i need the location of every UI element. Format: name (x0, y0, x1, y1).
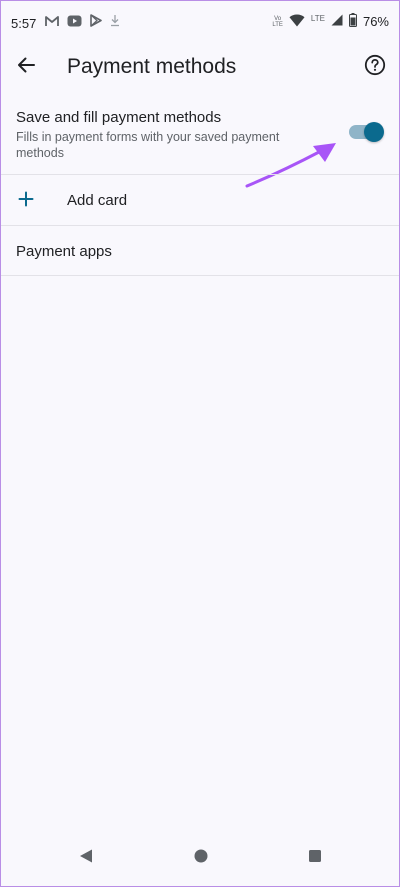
lte-label: LTE (310, 14, 325, 23)
youtube-icon (67, 15, 82, 30)
toggle-thumb (364, 122, 384, 142)
nav-home-button[interactable] (190, 847, 212, 869)
system-nav-bar (1, 830, 399, 886)
page-title: Payment methods (67, 55, 237, 78)
notification-icons (45, 14, 120, 30)
status-bar: 5:57 Vo LTE LTE 76% (1, 1, 399, 45)
nav-recents-button[interactable] (304, 847, 326, 869)
gmail-icon (45, 15, 59, 30)
signal-icon (331, 14, 343, 29)
add-card-row[interactable]: Add card (1, 175, 399, 225)
app-bar: Payment methods (1, 45, 399, 89)
save-fill-title: Save and fill payment methods (16, 109, 222, 126)
volte-indicator: Vo LTE (272, 16, 283, 28)
save-fill-toggle-switch[interactable] (349, 122, 384, 142)
arrow-back-icon (17, 57, 35, 78)
back-button[interactable] (13, 54, 39, 80)
battery-percent: 76% (362, 14, 389, 29)
screen: 5:57 Vo LTE LTE 76% Payment methods Save… (0, 0, 400, 887)
status-time: 5:57 (11, 16, 37, 31)
help-button[interactable] (361, 53, 389, 81)
nav-back-triangle-icon (78, 848, 94, 869)
add-card-label: Add card (67, 192, 128, 209)
payment-apps-row[interactable]: Payment apps (1, 226, 399, 275)
payment-apps-label: Payment apps (16, 243, 112, 260)
nav-home-circle-icon (193, 848, 209, 869)
wifi-icon (289, 14, 305, 30)
nav-recents-square-icon (307, 848, 323, 869)
divider (1, 275, 399, 276)
nav-back-button[interactable] (75, 847, 97, 869)
plus-icon (18, 191, 34, 207)
system-status-icons: Vo LTE LTE 76% (272, 13, 389, 30)
help-circle-icon (364, 54, 386, 81)
volte-bottom: LTE (272, 21, 283, 28)
play-store-icon (90, 14, 102, 30)
battery-icon (348, 13, 357, 30)
download-icon (110, 14, 120, 30)
